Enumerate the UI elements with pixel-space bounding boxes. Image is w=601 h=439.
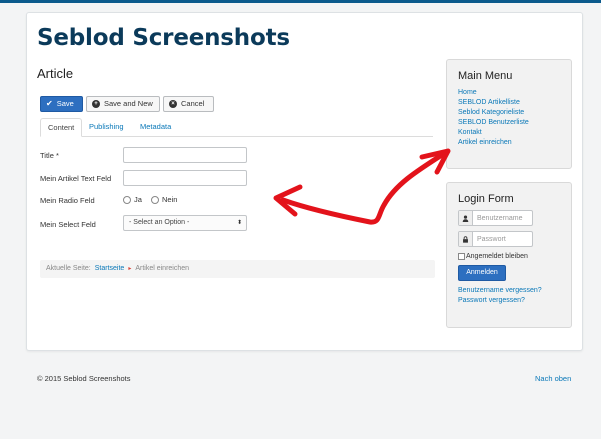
annotation-arrow-icon: [273, 148, 451, 225]
